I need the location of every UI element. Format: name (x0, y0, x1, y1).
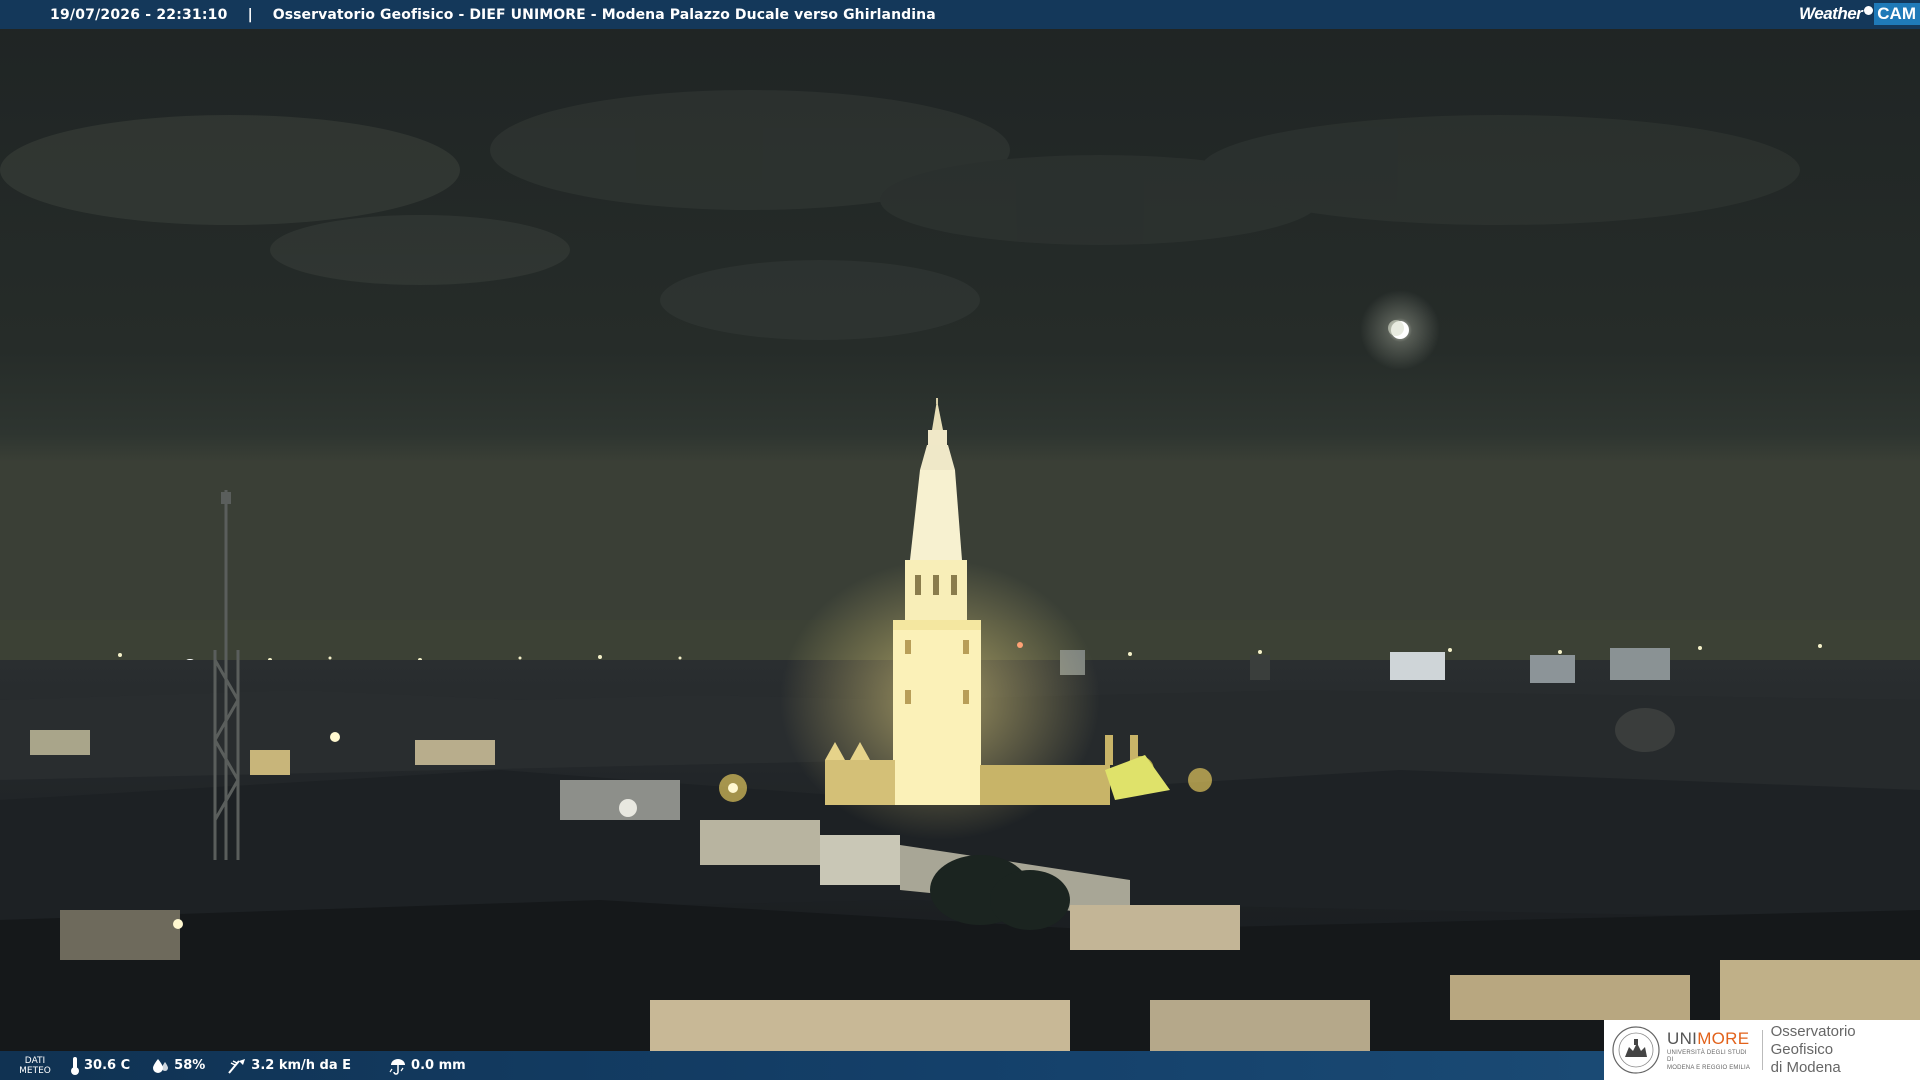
meteo-label-line1: DATI (24, 1055, 46, 1066)
rain-value: 0.0 mm (411, 1058, 466, 1073)
unimore-logo-panel: UNIMORE UNIVERSITÀ DEGLI STUDI DI MODENA… (1604, 1020, 1920, 1080)
unimore-wordmark: UNIMORE UNIVERSITÀ DEGLI STUDI DI MODENA… (1667, 1029, 1754, 1072)
logo-divider (1761, 1030, 1763, 1070)
weathercam-logo: Weather CAM (1799, 2, 1920, 26)
brand-weather-text: Weather (1799, 4, 1863, 23)
uni-name-part1: UNI (1667, 1028, 1698, 1048)
rain-reading: 0.0 mm (389, 1057, 466, 1075)
rain-gauge-icon (389, 1058, 406, 1075)
thermometer-icon (71, 1056, 79, 1075)
meteo-label: DATI METEO (0, 1056, 70, 1076)
university-seal-icon (1611, 1025, 1661, 1075)
wind-reading: 3.2 km/h da E (227, 1057, 351, 1075)
timestamp: 19/07/2026 - 22:31:10 (50, 6, 228, 23)
brand-cam-text: CAM (1874, 3, 1920, 25)
observatory-line2: di Modena (1770, 1059, 1841, 1076)
meteo-data-bar: DATI METEO 30.6 C 58% 3.2 km/h da E 0.0 … (0, 1051, 1604, 1080)
uni-name-part2: MORE (1697, 1028, 1750, 1048)
title-separator: | (247, 6, 253, 23)
top-info-bar: 19/07/2026 - 22:31:10 | Osservatorio Geo… (0, 0, 1920, 29)
church-dome (1615, 708, 1675, 752)
camera-title: Osservatorio Geofisico - DIEF UNIMORE - … (272, 6, 936, 23)
humidity-value: 58% (174, 1058, 206, 1073)
observatory-line1: Osservatorio Geofisico (1770, 1023, 1856, 1058)
uni-subtitle-line1: UNIVERSITÀ DEGLI STUDI DI (1667, 1049, 1747, 1063)
webcam-image (0, 0, 1920, 1080)
brand-dot-icon (1864, 5, 1874, 15)
uni-subtitle-line2: MODENA E REGGIO EMILIA (1667, 1064, 1751, 1071)
wind-icon (228, 1058, 246, 1074)
observatory-name: Osservatorio Geofisico di Modena (1771, 1023, 1920, 1077)
temperature-value: 30.6 C (84, 1058, 131, 1073)
humidity-reading: 58% (152, 1057, 205, 1075)
night-city-scene (0, 0, 1920, 1080)
meteo-label-line2: METEO (19, 1065, 51, 1076)
droplets-icon (153, 1058, 169, 1073)
wind-value: 3.2 km/h da E (251, 1058, 352, 1073)
temperature-reading: 30.6 C (70, 1056, 130, 1076)
